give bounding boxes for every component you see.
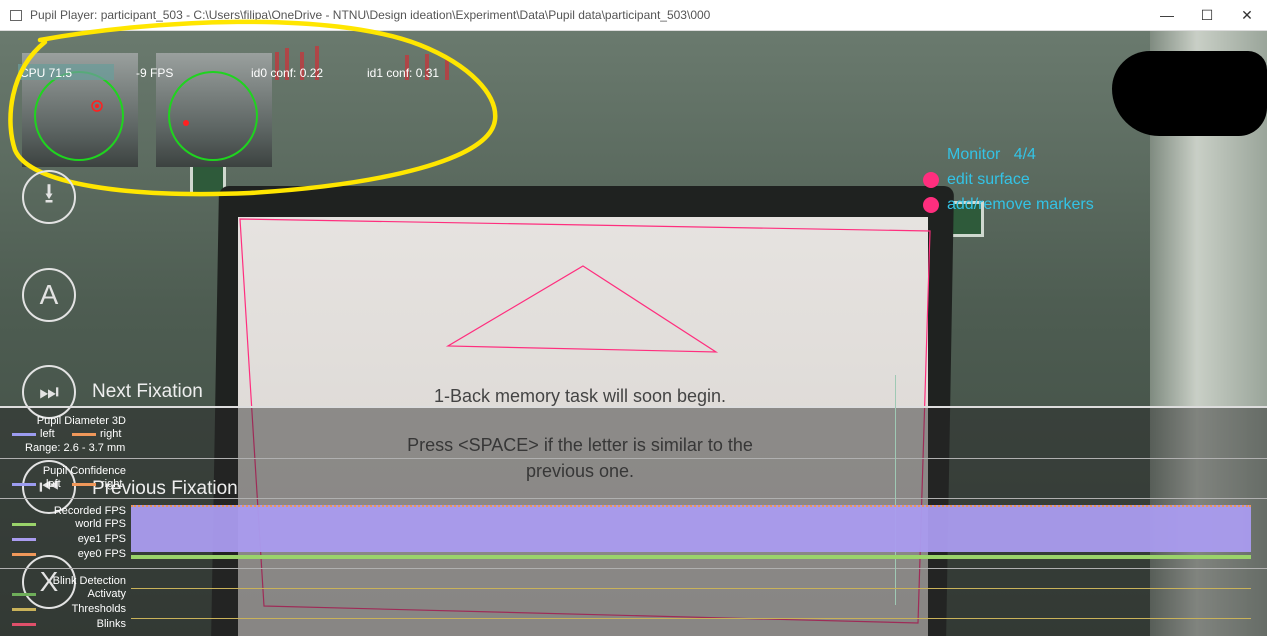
pupil-diameter-range: Range: 2.6 - 3.7 mm: [25, 442, 126, 454]
threshold-line: [131, 618, 1251, 619]
pupil-confidence-title: Pupil Confidence: [42, 465, 126, 477]
next-fixation-button[interactable]: ⏭: [22, 365, 76, 419]
surface-title: Monitor: [947, 146, 1001, 163]
confidence-right-swatch: [72, 483, 96, 486]
blinks-swatch: [12, 623, 36, 626]
edit-surface-toggle[interactable]: [923, 172, 939, 188]
confidence-right: right: [101, 478, 123, 490]
blinks-label: Blinks: [96, 618, 126, 630]
timeline-divider: [0, 568, 1267, 569]
world-fps-swatch: [12, 523, 36, 526]
skip-next-icon: ⏭: [39, 379, 59, 404]
surface-name: Monitor 4/4: [947, 146, 1036, 164]
legend-right-swatch: [72, 433, 96, 436]
timeline-divider: [0, 458, 1267, 459]
legend-left: left: [40, 428, 55, 440]
eye0-fps-swatch: [12, 553, 36, 556]
blink-detection-title: Blink Detection: [52, 575, 126, 587]
annotation-button[interactable]: A: [22, 268, 76, 322]
thresholds-label: Thresholds: [71, 603, 126, 615]
eye1-fps-swatch: [12, 538, 36, 541]
download-icon: ⭳: [44, 178, 54, 209]
world-fps-label: world FPS: [75, 518, 126, 530]
edit-surface-label[interactable]: edit surface: [947, 171, 1030, 189]
timeline-top-border: [0, 406, 1267, 408]
activity-label: Activaty: [87, 588, 126, 600]
world-fps-line: [131, 555, 1251, 559]
next-fixation-label: Next Fixation: [92, 381, 203, 402]
eye-fps-band: [131, 505, 1251, 552]
recorded-fps-title: Recorded FPS: [53, 505, 126, 517]
surface-count: 4/4: [1013, 146, 1036, 163]
activity-swatch: [12, 593, 36, 596]
add-remove-markers-label[interactable]: add/remove markers: [947, 196, 1094, 214]
eye1-fps-label: eye1 FPS: [77, 533, 126, 545]
confidence-left: left: [46, 478, 61, 490]
thresholds-swatch: [12, 608, 36, 611]
legend-right: right: [100, 428, 122, 440]
annotation-icon: A: [39, 279, 59, 310]
playhead[interactable]: [895, 375, 896, 605]
add-remove-markers-toggle[interactable]: [923, 197, 939, 213]
threshold-line: [131, 588, 1251, 589]
pupil-diameter-title: Pupil Diameter 3D: [36, 415, 126, 427]
legend-left-swatch: [12, 433, 36, 436]
confidence-left-swatch: [12, 483, 36, 486]
download-button[interactable]: ⭳: [22, 170, 76, 224]
eye0-fps-label: eye0 FPS: [77, 548, 126, 560]
timeline-divider: [0, 498, 1267, 499]
